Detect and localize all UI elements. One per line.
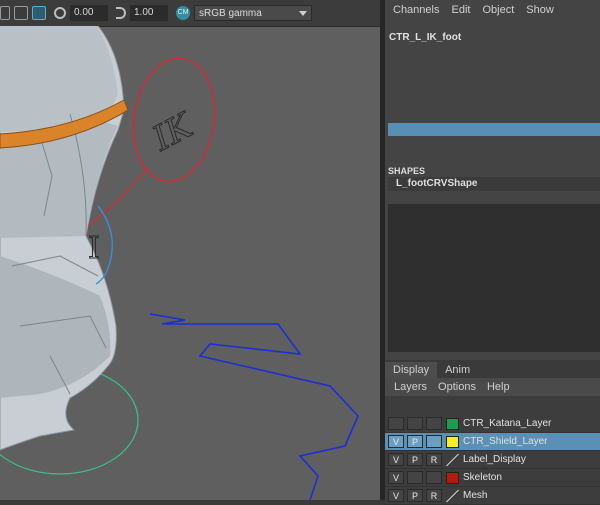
layer-list: CTR_Katana_Layer V P CTR_Shield_Layer V … [385, 415, 600, 505]
exposure-field[interactable]: 0.00 [70, 5, 108, 21]
menu-object[interactable]: Object [482, 4, 514, 16]
menu-edit[interactable]: Edit [451, 4, 470, 16]
playback-toggle[interactable]: P [407, 453, 423, 466]
menu-options[interactable]: Options [438, 381, 476, 393]
control-letter-label: I [88, 231, 100, 266]
layer-row[interactable]: V P R Label_Display [385, 451, 600, 469]
menu-help[interactable]: Help [487, 381, 510, 393]
playback-toggle[interactable] [407, 471, 423, 484]
visibility-toggle[interactable]: V [388, 471, 404, 484]
playback-toggle[interactable] [407, 417, 423, 430]
reference-toggle[interactable] [426, 417, 442, 430]
layer-color-swatch[interactable] [446, 471, 459, 484]
visibility-toggle[interactable]: V [388, 489, 404, 502]
layer-row[interactable]: V P R Mesh [385, 487, 600, 505]
layer-color-swatch[interactable] [446, 453, 459, 466]
playback-toggle[interactable]: P [407, 435, 423, 448]
shape-name[interactable]: L_footCRVShape [388, 177, 600, 191]
layer-name[interactable]: Skeleton [463, 472, 502, 483]
channel-list[interactable] [385, 46, 600, 122]
menu-show[interactable]: Show [526, 4, 554, 16]
viewport-scene[interactable]: IK I [0, 26, 380, 500]
colorspace-dropdown[interactable]: sRGB gamma [194, 5, 312, 21]
color-management-icon[interactable]: CM [176, 6, 190, 20]
layer-name[interactable]: CTR_Shield_Layer [463, 436, 548, 447]
tab-anim[interactable]: Anim [437, 362, 478, 378]
colorspace-value: sRGB gamma [199, 7, 262, 19]
selected-channel-bar[interactable] [388, 123, 600, 136]
toolbar-icon-b[interactable] [14, 6, 28, 20]
menu-layers[interactable]: Layers [394, 381, 427, 393]
layer-row[interactable]: V P CTR_Shield_Layer [385, 433, 600, 451]
visibility-toggle[interactable]: V [388, 435, 404, 448]
chevron-down-icon [299, 10, 307, 16]
reference-toggle[interactable] [426, 435, 442, 448]
reference-toggle[interactable]: R [426, 453, 442, 466]
viewport-toolbar: 0.00 1.00 CM sRGB gamma [0, 0, 380, 27]
gamma-field[interactable]: 1.00 [130, 5, 168, 21]
foot-control-curve[interactable] [149, 313, 359, 500]
viewport-panel[interactable]: 0.00 1.00 CM sRGB gamma IK I [0, 0, 380, 500]
layer-tabs: Display Anim [385, 360, 600, 378]
layer-color-swatch[interactable] [446, 417, 459, 430]
visibility-toggle[interactable]: V [388, 453, 404, 466]
toolbar-icon-c[interactable] [32, 6, 46, 20]
layer-menu: Layers Options Help [385, 378, 600, 396]
layer-row[interactable]: V Skeleton [385, 469, 600, 487]
layer-row[interactable]: CTR_Katana_Layer [385, 415, 600, 433]
layer-editor: Display Anim Layers Options Help CTR_Kat… [385, 360, 600, 505]
reference-toggle[interactable]: R [426, 489, 442, 502]
shapes-title: SHAPES [388, 166, 426, 176]
menu-channels[interactable]: Channels [393, 4, 439, 16]
layer-name[interactable]: CTR_Katana_Layer [463, 418, 551, 429]
tab-display[interactable]: Display [385, 362, 438, 378]
layer-name[interactable]: Label_Display [463, 454, 526, 465]
layer-color-swatch[interactable] [446, 435, 459, 448]
object-name[interactable]: CTR_L_IK_foot [389, 32, 461, 43]
channel-empty-area [388, 204, 600, 352]
gamma-icon[interactable] [116, 7, 126, 19]
visibility-toggle[interactable] [388, 417, 404, 430]
playback-toggle[interactable]: P [407, 489, 423, 502]
channel-box-panel: Channels Edit Object Show CTR_L_IK_foot … [385, 0, 600, 505]
toolbar-icon-a[interactable] [0, 6, 10, 20]
layer-name[interactable]: Mesh [463, 490, 487, 501]
ik-label: IK [145, 104, 201, 159]
reference-toggle[interactable] [426, 471, 442, 484]
channel-box-menu: Channels Edit Object Show [385, 0, 600, 20]
exposure-icon[interactable] [54, 7, 66, 19]
inputs-area [385, 136, 600, 164]
